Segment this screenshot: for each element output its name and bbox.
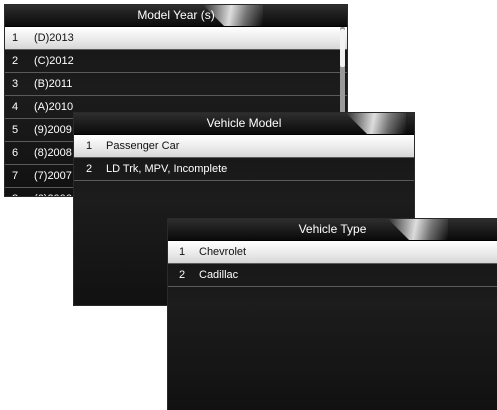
vehicle-model-title: Vehicle Model xyxy=(206,116,282,130)
item-label: (A)2010 xyxy=(34,101,74,113)
item-label: Chevrolet xyxy=(199,246,247,258)
item-label: LD Trk, MPV, Incomplete xyxy=(106,163,228,175)
vehicle-type-title-bar: Vehicle Type xyxy=(168,219,497,241)
item-index: 4 xyxy=(12,101,19,113)
scrollbar-thumb[interactable] xyxy=(340,29,345,67)
item-label: (7)2007 xyxy=(34,170,72,182)
model-year-item[interactable]: 2 (C)2012 xyxy=(5,50,347,73)
item-index: 8 xyxy=(12,188,18,196)
model-year-item[interactable]: 3 (B)2011 xyxy=(5,73,347,96)
item-index: 1 xyxy=(86,140,93,152)
vehicle-type-title: Vehicle Type xyxy=(298,222,367,236)
item-label: (6)2006 xyxy=(34,188,72,196)
item-index: 2 xyxy=(12,55,19,67)
item-index: 2 xyxy=(179,269,186,281)
vehicle-type-item[interactable]: 1 Chevrolet xyxy=(168,241,497,264)
item-index: 1 xyxy=(179,246,186,258)
vehicle-type-list: 1 Chevrolet 2 Cadillac xyxy=(168,241,497,287)
item-label: (C)2012 xyxy=(34,55,74,67)
vehicle-model-item[interactable]: 1 Passenger Car xyxy=(74,135,414,158)
title-gloss-decoration xyxy=(346,113,406,134)
vehicle-model-title-bar: Vehicle Model xyxy=(74,113,414,135)
vehicle-model-item[interactable]: 2 LD Trk, MPV, Incomplete xyxy=(74,158,414,181)
model-year-title-bar: Model Year (s) xyxy=(5,5,347,27)
model-year-title: Model Year (s) xyxy=(137,8,215,22)
vehicle-type-item[interactable]: 2 Cadillac xyxy=(168,264,497,287)
vehicle-model-list: 1 Passenger Car 2 LD Trk, MPV, Incomplete xyxy=(74,135,414,181)
item-label: (9)2009 xyxy=(34,124,72,136)
item-label: (B)2011 xyxy=(34,78,73,90)
item-label: Passenger Car xyxy=(106,140,180,152)
item-index: 5 xyxy=(12,124,19,136)
item-index: 6 xyxy=(12,147,19,159)
item-label: (8)2008 xyxy=(34,147,72,159)
item-label: (D)2013 xyxy=(34,32,74,44)
model-year-item[interactable]: 1 (D)2013 xyxy=(5,27,347,50)
item-index: 1 xyxy=(12,32,19,44)
item-index: 3 xyxy=(12,78,19,90)
title-gloss-decoration xyxy=(388,219,448,240)
vehicle-type-screen: Vehicle Type 1 Chevrolet 2 Cadillac xyxy=(168,219,497,410)
item-label: Cadillac xyxy=(199,269,239,281)
item-index: 7 xyxy=(12,170,19,182)
item-index: 2 xyxy=(86,163,93,175)
